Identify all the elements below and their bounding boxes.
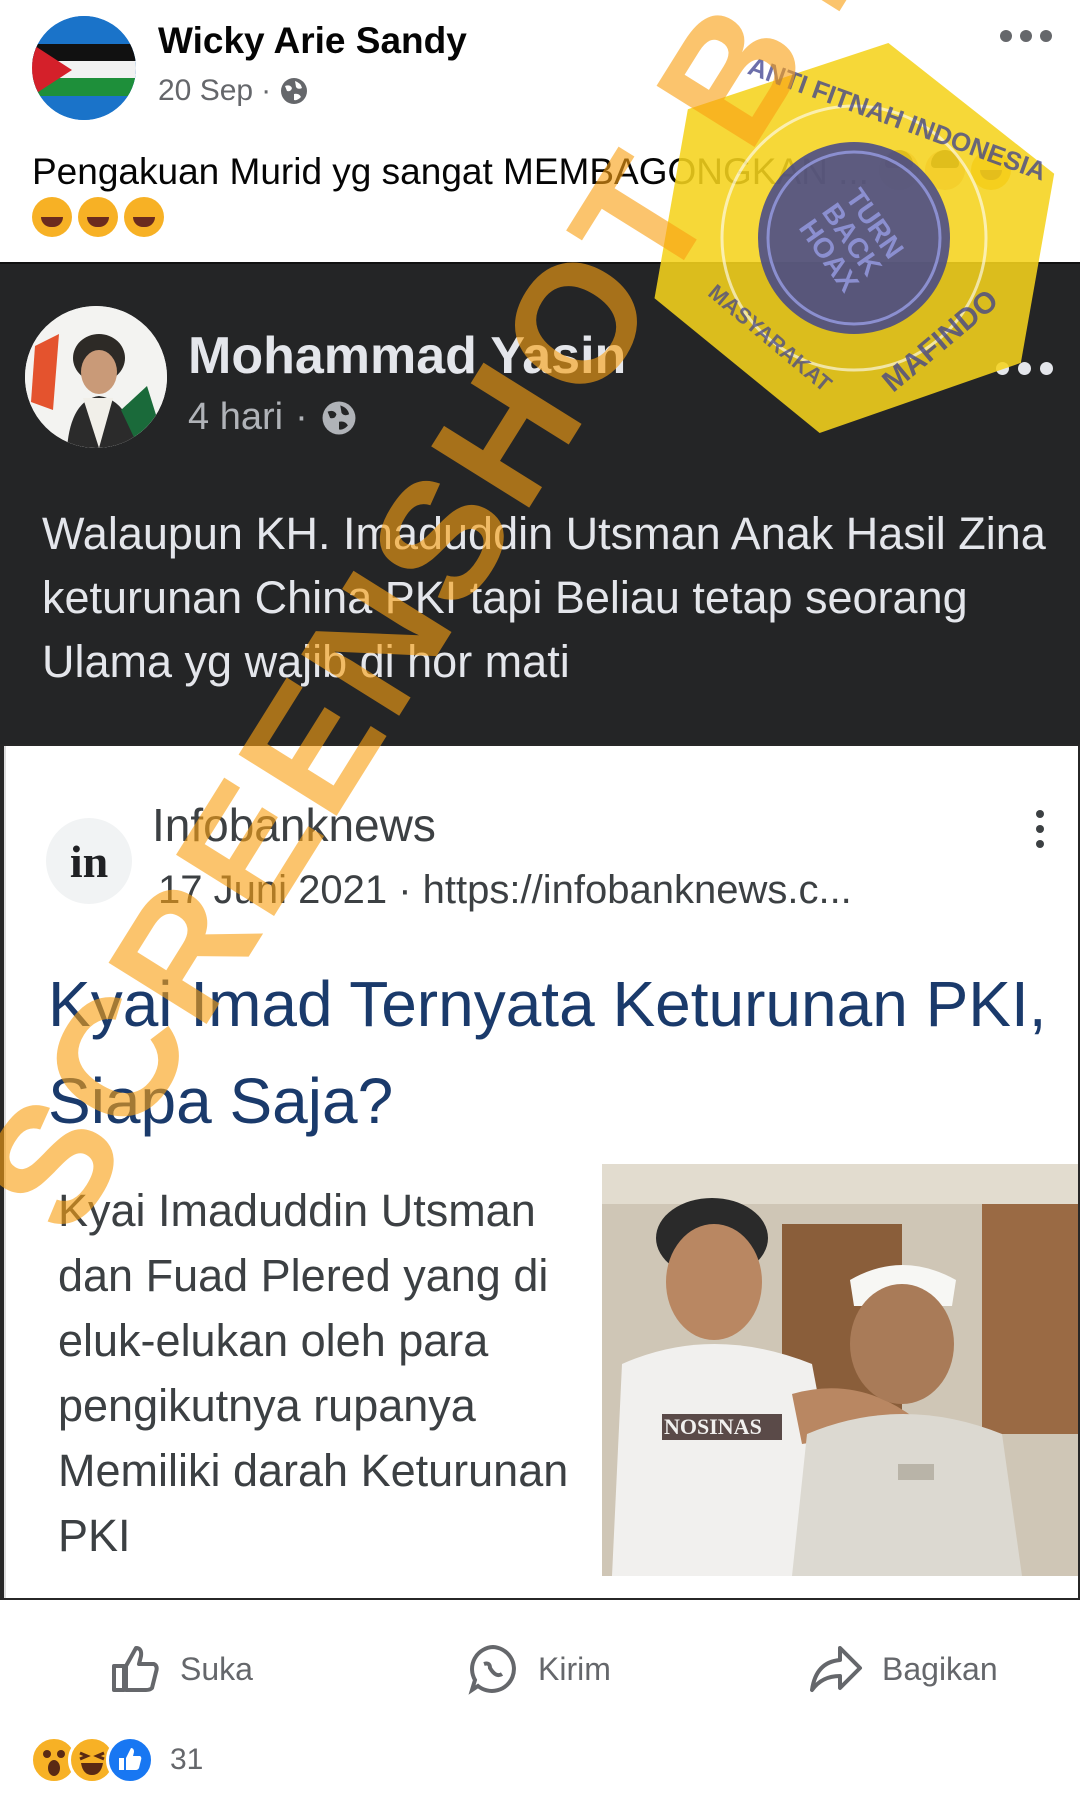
- rofl-emoji-icon: [78, 197, 118, 237]
- shared-post-meta: 4 hari ·: [188, 396, 358, 439]
- rofl-emoji-icon: [124, 197, 164, 237]
- like-reaction-icon: [106, 1736, 154, 1784]
- rofl-emoji-icon: [32, 197, 72, 237]
- kebab-icon: [1036, 810, 1046, 850]
- globe-icon: [281, 78, 308, 104]
- reaction-summary[interactable]: 31: [30, 1736, 203, 1784]
- news-url: https://infobanknews.c...: [422, 868, 852, 912]
- news-body: Kyai Imaduddin Utsman dan Fuad Plered ya…: [58, 1185, 569, 1561]
- person-avatar-image: [25, 306, 167, 448]
- avatar[interactable]: [32, 16, 136, 120]
- messenger-icon: [468, 1644, 516, 1695]
- send-label: Kirim: [538, 1650, 611, 1687]
- share-button[interactable]: Bagikan: [808, 1642, 998, 1696]
- shirt-print: NOSINAS: [664, 1414, 762, 1439]
- meta-separator: ·: [295, 396, 308, 438]
- globe-icon: [322, 401, 356, 434]
- post-action-bar: Suka Kirim Bagikan: [0, 1604, 1080, 1720]
- share-label: Bagikan: [882, 1650, 998, 1687]
- shared-post-date: 4 hari: [188, 396, 284, 438]
- like-label: Suka: [180, 1650, 253, 1687]
- like-icon: [112, 1646, 159, 1692]
- post-date[interactable]: 20 Sep: [158, 74, 253, 108]
- palestine-flag-avatar: [32, 16, 136, 120]
- news-photo: NOSINAS: [602, 1164, 1078, 1576]
- reaction-count: 31: [170, 1743, 204, 1776]
- shared-avatar: [25, 306, 167, 448]
- share-icon: [810, 1646, 862, 1692]
- meta-separator: ·: [261, 74, 272, 107]
- meta-separator: ·: [398, 868, 412, 912]
- post-meta: 20 Sep ·: [158, 74, 309, 108]
- send-button[interactable]: Kirim: [466, 1642, 611, 1696]
- author-name[interactable]: Wicky Arie Sandy: [158, 20, 467, 62]
- like-button[interactable]: Suka: [108, 1642, 253, 1696]
